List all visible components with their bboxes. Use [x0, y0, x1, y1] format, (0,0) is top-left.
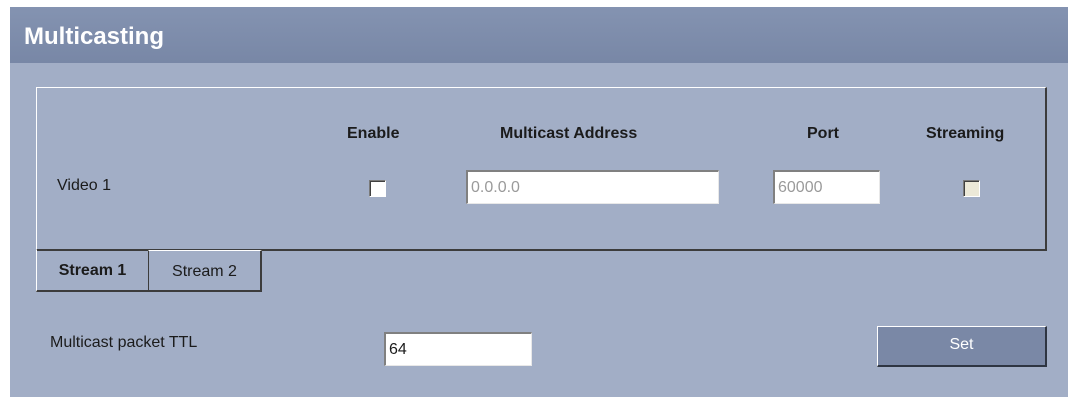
page-title: Multicasting: [24, 23, 165, 50]
ttl-input[interactable]: [384, 332, 532, 366]
streaming-checkbox[interactable]: [963, 180, 980, 197]
enable-checkbox[interactable]: [369, 180, 386, 197]
title-bar: Multicasting: [10, 7, 1068, 63]
column-header-enable: Enable: [347, 125, 400, 142]
column-header-port: Port: [807, 125, 839, 142]
stream-settings-frame: [36, 87, 1047, 251]
ttl-label: Multicast packet TTL: [50, 334, 198, 351]
multicast-address-input[interactable]: [466, 170, 719, 204]
port-input[interactable]: [773, 170, 880, 204]
tab-stream-1[interactable]: Stream 1: [36, 250, 148, 292]
column-header-streaming: Streaming: [926, 125, 1005, 142]
column-header-multicast-address: Multicast Address: [500, 125, 638, 142]
set-button[interactable]: Set: [877, 326, 1047, 367]
row-label-video-1: Video 1: [57, 177, 111, 194]
tab-stream-2[interactable]: Stream 2: [148, 250, 262, 292]
